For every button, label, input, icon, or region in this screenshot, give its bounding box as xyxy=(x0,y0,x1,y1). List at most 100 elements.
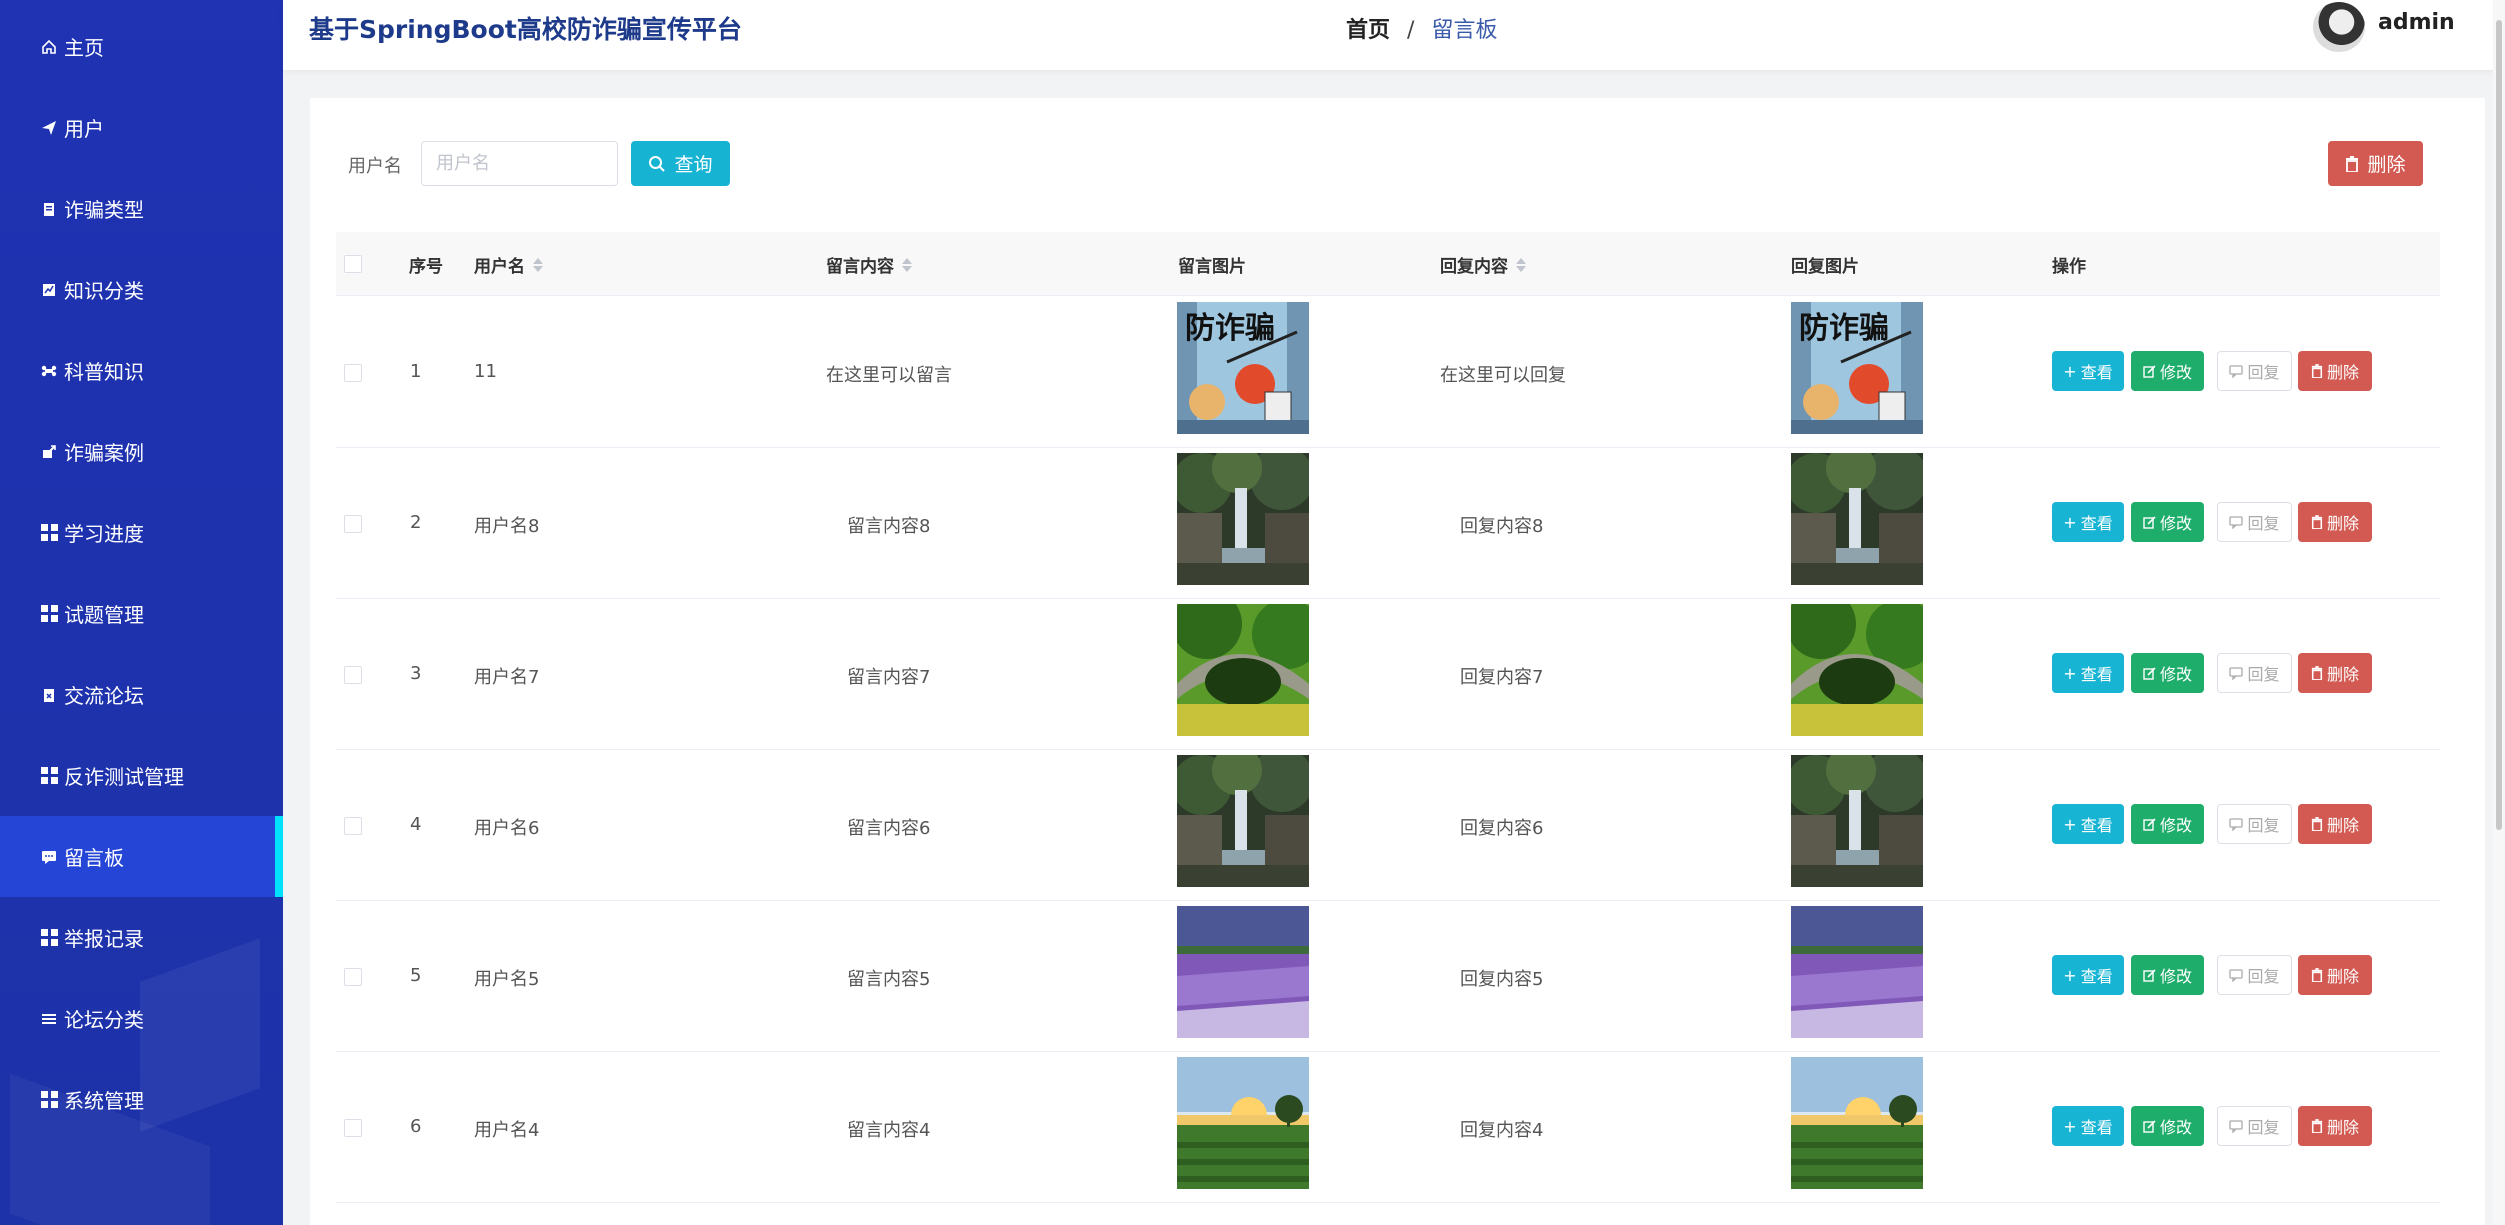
grid-icon xyxy=(38,1089,60,1111)
view-button[interactable]: + 查看 xyxy=(2052,502,2124,542)
breadcrumb-home[interactable]: 首页 xyxy=(1346,18,1390,43)
edit-button[interactable]: 修改 xyxy=(2131,351,2204,391)
avatar[interactable] xyxy=(2313,2,2365,52)
sidebar-item-label: 试题管理 xyxy=(64,603,144,627)
delete-button[interactable]: 删除 xyxy=(2298,653,2372,693)
delete-button[interactable]: 删除 xyxy=(2298,351,2372,391)
query-button-label: 查询 xyxy=(674,154,713,176)
view-button[interactable]: + 查看 xyxy=(2052,804,2124,844)
sidebar-item-label: 科普知识 xyxy=(64,360,144,384)
delete-button[interactable]: 删除 xyxy=(2298,1106,2372,1146)
view-button[interactable]: + 查看 xyxy=(2052,955,2124,995)
sidebar-item-1[interactable]: 用户 xyxy=(0,87,283,168)
edit-button[interactable]: 修改 xyxy=(2131,653,2204,693)
sidebar-item-13[interactable]: 系统管理 xyxy=(0,1059,283,1140)
row-checkbox[interactable] xyxy=(344,968,362,986)
sidebar-item-label: 主页 xyxy=(64,36,104,60)
plus-icon: + xyxy=(2063,663,2077,683)
column-header-image: 留言图片 xyxy=(1178,257,1246,277)
reply-button[interactable]: 回复 xyxy=(2217,804,2292,844)
reply-button[interactable]: 回复 xyxy=(2217,1106,2292,1146)
view-button[interactable]: + 查看 xyxy=(2052,653,2124,693)
sidebar-item-label: 用户 xyxy=(64,117,104,141)
sidebar-item-6[interactable]: 学习进度 xyxy=(0,492,283,573)
table-row: 1 11 在这里可以留言 防诈骗 在这里可以回复 防诈骗 + 查看 修改 回复 删… xyxy=(336,297,2440,448)
sidebar-item-label: 诈骗类型 xyxy=(64,198,144,222)
query-button[interactable]: 查询 xyxy=(631,141,730,186)
edit-button[interactable]: 修改 xyxy=(2131,804,2204,844)
reply-image xyxy=(1791,755,1923,887)
bone-icon xyxy=(38,360,60,382)
select-all-checkbox[interactable] xyxy=(344,255,362,273)
row-reply: 回复内容8 xyxy=(1460,516,1544,537)
column-header-reply[interactable]: 回复内容 xyxy=(1440,252,1526,277)
sidebar-item-4[interactable]: 科普知识 xyxy=(0,330,283,411)
row-username: 用户名6 xyxy=(474,818,540,839)
table-row: 2 用户名8 留言内容8 回复内容8 + 查看 修改 回复 删除 xyxy=(336,448,2440,599)
reply-button[interactable]: 回复 xyxy=(2217,351,2292,391)
plus-icon: + xyxy=(2063,814,2077,834)
sort-icon[interactable] xyxy=(902,257,912,272)
sidebar-item-5[interactable]: 诈骗案例 xyxy=(0,411,283,492)
delete-button[interactable]: 删除 xyxy=(2298,955,2372,995)
row-checkbox[interactable] xyxy=(344,364,362,382)
row-checkbox[interactable] xyxy=(344,515,362,533)
breadcrumb-separator: / xyxy=(1407,18,1415,43)
comment-icon xyxy=(38,846,60,868)
row-username: 用户名5 xyxy=(474,969,540,990)
sidebar-item-9[interactable]: 反诈测试管理 xyxy=(0,735,283,816)
search-input[interactable] xyxy=(421,141,618,186)
delete-button[interactable]: 删除 xyxy=(2298,502,2372,542)
sidebar-item-12[interactable]: 论坛分类 xyxy=(0,978,283,1059)
reply-button[interactable]: 回复 xyxy=(2217,502,2292,542)
edit-button[interactable]: 修改 xyxy=(2131,502,2204,542)
sidebar: 主页用户诈骗类型知识分类科普知识诈骗案例学习进度试题管理交流论坛 反诈测试管理 留言… xyxy=(0,0,283,1225)
table-row: 4 用户名6 留言内容6 回复内容6 + 查看 修改 回复 删除 xyxy=(336,750,2440,901)
trash-icon xyxy=(2311,666,2323,680)
delete-button[interactable]: 删除 xyxy=(2298,804,2372,844)
sidebar-item-3[interactable]: 知识分类 xyxy=(0,249,283,330)
row-content: 在这里可以留言 xyxy=(826,365,952,386)
sidebar-item-label: 学习进度 xyxy=(64,522,144,546)
sidebar-item-10[interactable]: 留言板 xyxy=(0,816,283,897)
sidebar-item-2[interactable]: 诈骗类型 xyxy=(0,168,283,249)
batch-delete-button[interactable]: 删除 xyxy=(2328,141,2423,186)
grid-icon xyxy=(38,603,60,625)
column-header-content[interactable]: 留言内容 xyxy=(826,252,912,277)
row-checkbox[interactable] xyxy=(344,1119,362,1137)
plus-icon: + xyxy=(2063,1116,2077,1136)
sort-icon[interactable] xyxy=(533,257,543,272)
edit-button[interactable]: 修改 xyxy=(2131,1106,2204,1146)
table-row: 6 用户名4 留言内容4 回复内容4 + 查看 修改 回复 删除 xyxy=(336,1052,2440,1203)
reply-button[interactable]: 回复 xyxy=(2217,955,2292,995)
row-username: 用户名4 xyxy=(474,1120,540,1141)
reply-button[interactable]: 回复 xyxy=(2217,653,2292,693)
clipboard-x-icon xyxy=(38,684,60,706)
trash-icon xyxy=(2346,155,2359,172)
sidebar-item-11[interactable]: 举报记录 xyxy=(0,897,283,978)
sidebar-item-label: 诈骗案例 xyxy=(64,441,144,465)
row-checkbox[interactable] xyxy=(344,817,362,835)
row-content: 留言内容7 xyxy=(847,667,931,688)
svg-text:防诈骗: 防诈骗 xyxy=(1185,311,1275,346)
comment-icon xyxy=(2229,364,2244,378)
row-username: 11 xyxy=(474,361,497,382)
list-icon xyxy=(38,1008,60,1030)
scrollbar-thumb[interactable] xyxy=(2496,20,2502,830)
trash-icon xyxy=(2311,364,2323,378)
edit-button[interactable]: 修改 xyxy=(2131,955,2204,995)
sidebar-item-0[interactable]: 主页 xyxy=(0,6,283,87)
row-index: 1 xyxy=(410,361,422,382)
column-header-username[interactable]: 用户名 xyxy=(474,252,543,277)
user-name[interactable]: admin xyxy=(2378,10,2455,35)
reply-image xyxy=(1791,1057,1923,1189)
row-checkbox[interactable] xyxy=(344,666,362,684)
sidebar-item-label: 举报记录 xyxy=(64,927,144,951)
row-index: 4 xyxy=(410,814,422,835)
sidebar-item-8[interactable]: 交流论坛 xyxy=(0,654,283,735)
sidebar-item-7[interactable]: 试题管理 xyxy=(0,573,283,654)
view-button[interactable]: + 查看 xyxy=(2052,1106,2124,1146)
sort-icon[interactable] xyxy=(1516,257,1526,272)
view-button[interactable]: + 查看 xyxy=(2052,351,2124,391)
edit-icon xyxy=(2143,364,2156,378)
